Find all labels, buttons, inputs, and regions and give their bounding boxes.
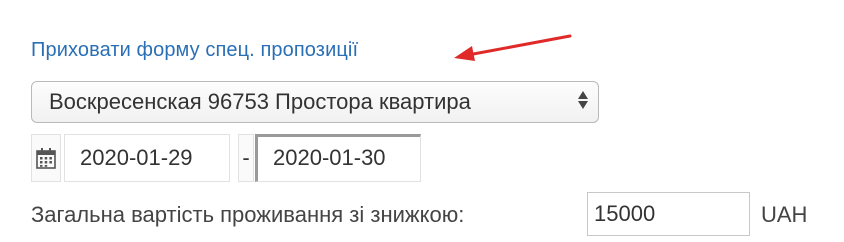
currency-label: UAH: [761, 202, 808, 227]
select-updown-icon: [578, 91, 588, 109]
total-cost-label: Загальна вартість проживання зі знижкою:: [31, 202, 465, 227]
apartment-select[interactable]: Воскресенская 96753 Простора квартира: [31, 81, 599, 123]
hide-offer-form-link[interactable]: Приховати форму спец. пропозиції: [31, 39, 358, 62]
date-separator: -: [238, 134, 254, 182]
total-cost-input[interactable]: 15000: [587, 192, 750, 236]
annotation-arrow-icon: [454, 34, 572, 61]
end-date-input[interactable]: 2020-01-30: [255, 134, 421, 182]
calendar-icon: [36, 148, 56, 169]
apartment-select-value: Воскресенская 96753 Простора квартира: [49, 89, 471, 114]
calendar-button[interactable]: [31, 134, 61, 182]
start-date-input[interactable]: 2020-01-29: [64, 134, 230, 182]
